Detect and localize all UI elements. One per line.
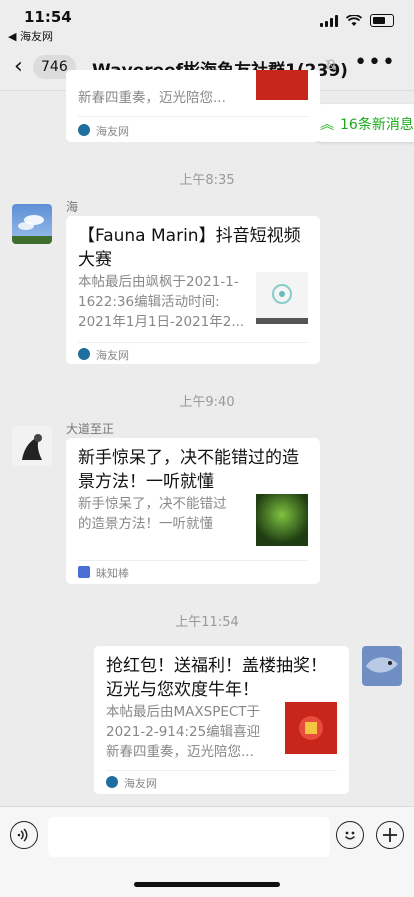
new-messages-chip[interactable]: ︽ 16条新消息 [304, 104, 414, 142]
card-description: 本帖最后由飒枫于2021-1- 1622:36编辑活动时间: 2021年1月1日-2… [78, 274, 245, 330]
link-card[interactable]: 新手惊呆了，决不能错过的造 景方法！一听就懂 新手惊呆了，决不能错过 的造景方法！一… [66, 438, 320, 584]
link-card[interactable]: 新春四重奏，迈光陪您... 海友网 [66, 70, 320, 142]
card-title: 抢红包！送福利！盖楼抽奖！ 迈光与您欢度牛年！ [106, 656, 327, 700]
source-logo-icon [106, 776, 118, 788]
new-messages-label: 16条新消息 [340, 117, 414, 133]
message-timestamp: 上午8:35 [179, 173, 235, 188]
home-indicator[interactable] [134, 882, 280, 887]
avatar[interactable] [12, 426, 52, 466]
card-description: 本帖最后由MAXSPECT于 2021-2-914:25编辑喜迎 新春四重奏，迈光陪… [106, 704, 261, 760]
card-title: 【Fauna Marin】抖音短视频 大赛 [78, 226, 301, 270]
message-timestamp: 上午11:54 [175, 615, 239, 630]
mute-bell-icon [325, 59, 337, 71]
avatar[interactable] [362, 646, 402, 686]
card-thumbnail [285, 702, 337, 754]
card-divider [78, 116, 308, 117]
status-icons [320, 14, 394, 27]
source-logo-icon [78, 348, 90, 360]
status-bar: 11:54 ◀ 海友网 [0, 0, 414, 44]
card-thumbnail [256, 494, 308, 546]
signal-icon [320, 14, 338, 27]
message-timestamp: 上午9:40 [179, 395, 235, 410]
card-title: 新手惊呆了，决不能错过的造 景方法！一听就懂 [78, 448, 299, 492]
voice-icon[interactable] [10, 821, 38, 849]
link-card[interactable]: 【Fauna Marin】抖音短视频 大赛 本帖最后由飒枫于2021-1- 1622… [66, 216, 320, 364]
sender-name: 海 [66, 200, 79, 214]
more-options-icon[interactable]: ••• [354, 50, 396, 75]
wifi-icon [346, 14, 362, 26]
sender-name: 大道至正 [66, 422, 115, 436]
emoji-icon[interactable] [336, 821, 364, 849]
card-source: 昧知棒 [96, 567, 129, 580]
card-divider [106, 770, 337, 771]
battery-icon [370, 14, 394, 27]
card-source: 海友网 [96, 125, 129, 138]
avatar[interactable] [12, 204, 52, 244]
back-to-app-link[interactable]: ◀ 海友网 [8, 28, 53, 44]
link-card[interactable]: 抢红包！送福利！盖楼抽奖！ 迈光与您欢度牛年！ 本帖最后由MAXSPECT于 202… [94, 646, 349, 794]
card-source: 海友网 [124, 777, 157, 790]
card-description: 新手惊呆了，决不能错过 的造景方法！一听就懂 [78, 496, 227, 532]
card-thumbnail [256, 272, 308, 324]
card-divider [78, 560, 308, 561]
card-description: 新春四重奏，迈光陪您... [78, 90, 226, 106]
card-source: 海友网 [96, 349, 129, 362]
plus-icon[interactable] [376, 821, 404, 849]
source-logo-icon [78, 124, 90, 136]
double-chevron-up-icon: ︽ [320, 117, 334, 133]
source-logo-icon [78, 566, 90, 578]
back-chevron-icon[interactable]: ‹ [14, 54, 23, 79]
message-input[interactable] [48, 817, 330, 857]
card-divider [78, 342, 308, 343]
card-thumbnail [256, 70, 308, 100]
status-time: 11:54 [24, 8, 72, 26]
